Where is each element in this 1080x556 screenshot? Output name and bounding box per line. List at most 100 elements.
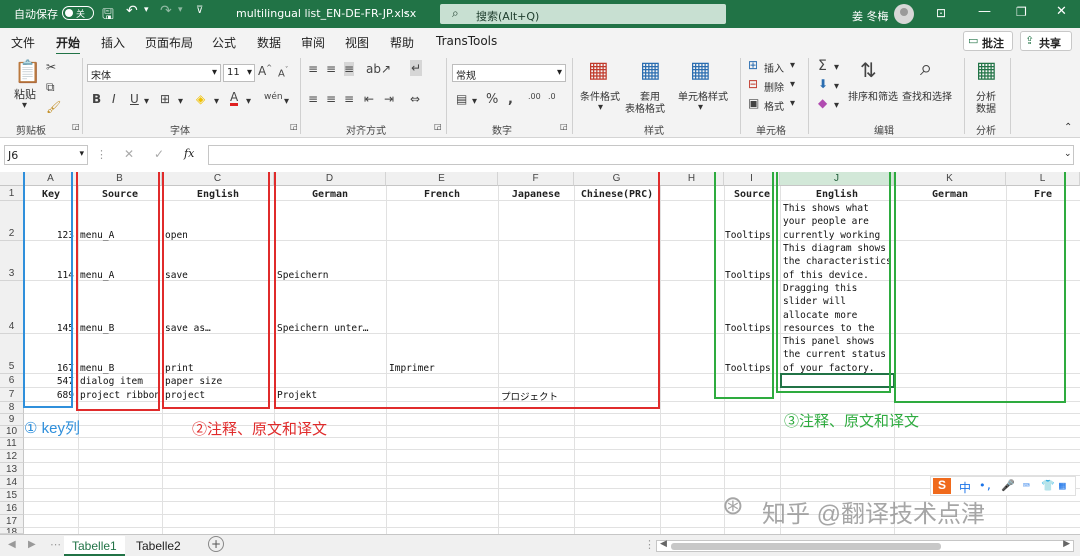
analyze-data-icon[interactable]: ▦ <box>976 58 997 83</box>
search-box[interactable]: ⌕ 搜索(Alt+Q) <box>440 4 726 24</box>
format-dropdown-icon[interactable]: ▾ <box>790 98 795 109</box>
formula-input[interactable] <box>208 145 1074 165</box>
cut-icon[interactable]: ✂ <box>46 60 56 74</box>
horizontal-scrollbar[interactable]: ◀ ▶ <box>656 539 1074 552</box>
row-header[interactable]: 5 <box>0 334 24 374</box>
autosave-toggle[interactable]: 关 <box>62 6 94 20</box>
decrease-decimal-icon[interactable]: .0 <box>548 92 556 101</box>
number-launcher-icon[interactable]: ◲ <box>560 122 568 131</box>
clipboard-launcher-icon[interactable]: ◲ <box>72 122 80 131</box>
autosum-dropdown-icon[interactable]: ▾ <box>834 62 839 73</box>
collapse-ribbon-icon[interactable]: ⌃ <box>1064 122 1072 133</box>
comma-icon[interactable]: , <box>508 92 513 107</box>
font-color-dropdown-icon[interactable]: ▾ <box>246 96 251 107</box>
increase-decimal-icon[interactable]: .00 <box>528 92 541 101</box>
sheet-tab-1[interactable]: Tabelle1 <box>64 536 125 556</box>
name-box[interactable]: J6 ▾ <box>4 145 88 165</box>
tab-splitter-icon[interactable]: ⋮ <box>644 538 655 551</box>
alignment-launcher-icon[interactable]: ◲ <box>434 122 442 131</box>
undo-icon[interactable]: ↶ <box>126 3 138 19</box>
row-header[interactable]: 11 <box>0 438 24 450</box>
align-left-icon[interactable]: ≡ <box>308 92 318 106</box>
increase-indent-icon[interactable]: ⇥ <box>384 92 394 106</box>
share-button[interactable]: ⇪ 共享 <box>1020 31 1072 51</box>
sort-filter-icon[interactable]: ⇅ <box>860 58 877 82</box>
row-header[interactable]: 12 <box>0 450 24 463</box>
sort-filter-button[interactable]: 排序和筛选 <box>848 88 898 103</box>
conditional-format-button[interactable]: 条件格式 <box>580 88 620 103</box>
ime-toolbar[interactable]: S 中 •, 🎤 ⌨ 👕 ▦ <box>930 476 1076 496</box>
insert-cells-icon[interactable]: ⊞ <box>748 58 758 72</box>
currency-dropdown-icon[interactable]: ▾ <box>472 96 477 107</box>
sheet-tab-2[interactable]: Tabelle2 <box>128 536 189 556</box>
comments-button[interactable]: ▭ 批注 <box>963 31 1013 51</box>
tab-formulas[interactable]: 公式 <box>212 34 236 51</box>
select-all-corner[interactable] <box>0 172 24 186</box>
copy-icon[interactable]: ⧉ <box>46 80 55 95</box>
cell-style-button[interactable]: 单元格样式 <box>678 88 728 103</box>
conditional-format-dropdown-icon[interactable]: ▾ <box>598 102 603 113</box>
insert-dropdown-icon[interactable]: ▾ <box>790 60 795 71</box>
row-header[interactable]: 3 <box>0 241 24 281</box>
row-header[interactable]: 8 <box>0 402 24 414</box>
row-header[interactable]: 15 <box>0 489 24 502</box>
wrap-text-icon[interactable]: ↵ <box>410 60 423 76</box>
analyze-data-button-2[interactable]: 数据 <box>976 100 996 115</box>
format-table-button-2[interactable]: 表格格式 <box>625 100 665 115</box>
scroll-right-icon[interactable]: ▶ <box>1063 539 1070 549</box>
borders-icon[interactable]: ⊞ <box>160 92 170 106</box>
decrease-font-icon[interactable]: Aˇ <box>278 66 288 79</box>
row-header[interactable]: 10 <box>0 426 24 438</box>
row-header[interactable]: 13 <box>0 463 24 476</box>
undo-dropdown-icon[interactable]: ▾ <box>144 5 149 15</box>
scrollbar-thumb[interactable] <box>671 543 941 550</box>
delete-cells-button[interactable]: 删除 <box>764 79 784 94</box>
toolbox-icon[interactable]: ▦ <box>1059 479 1066 492</box>
customize-qat-icon[interactable]: ⊽ <box>196 5 203 16</box>
tab-insert[interactable]: 插入 <box>101 34 125 51</box>
find-select-icon[interactable]: ⌕ <box>920 56 932 81</box>
tab-review[interactable]: 审阅 <box>301 34 325 51</box>
conditional-format-icon[interactable]: ▦ <box>588 58 609 83</box>
tab-help[interactable]: 帮助 <box>390 34 414 51</box>
tab-data[interactable]: 数据 <box>257 34 281 51</box>
insert-function-icon[interactable]: fx <box>184 147 194 160</box>
delete-dropdown-icon[interactable]: ▾ <box>790 79 795 90</box>
avatar[interactable] <box>894 4 914 24</box>
restore-icon[interactable]: ❐ <box>1016 5 1027 19</box>
align-center-icon[interactable]: ≡ <box>326 92 336 106</box>
tab-transtools[interactable]: TransTools <box>436 34 497 48</box>
paste-dropdown-icon[interactable]: ▾ <box>22 100 27 111</box>
align-middle-icon[interactable]: ≡ <box>326 62 336 76</box>
font-name-select[interactable]: 宋体 ▾ <box>87 64 221 82</box>
row-header[interactable]: 6 <box>0 374 24 388</box>
align-top-icon[interactable]: ≡ <box>308 62 318 76</box>
align-bottom-icon[interactable]: ≡ <box>344 62 355 76</box>
ribbon-display-icon[interactable]: ⊡ <box>936 6 946 20</box>
redo-icon[interactable]: ↷ <box>160 3 172 19</box>
merge-center-icon[interactable]: ⇔ <box>410 92 420 106</box>
cell-style-dropdown-icon[interactable]: ▾ <box>698 102 703 113</box>
font-color-icon[interactable]: A <box>230 91 239 106</box>
file-name[interactable]: multilingual list_EN-DE-FR-JP.xlsx <box>236 7 416 20</box>
next-sheet-icon[interactable]: ▶ <box>28 539 36 550</box>
phonetic-dropdown-icon[interactable]: ▾ <box>284 96 289 107</box>
minimize-icon[interactable]: — <box>978 4 991 19</box>
format-cells-button[interactable]: 格式 <box>764 98 784 113</box>
skin-icon[interactable]: 👕 <box>1041 479 1055 492</box>
align-right-icon[interactable]: ≡ <box>344 92 354 106</box>
increase-font-icon[interactable]: A^ <box>258 64 272 78</box>
row-header[interactable]: 2 <box>0 201 24 241</box>
add-sheet-icon[interactable]: + <box>208 536 224 552</box>
delete-cells-icon[interactable]: ⊟ <box>748 77 758 91</box>
format-cells-icon[interactable]: ▣ <box>748 96 759 110</box>
paste-icon[interactable]: 📋 <box>14 60 41 85</box>
underline-icon[interactable]: U <box>130 92 139 106</box>
row-header[interactable]: 1 <box>0 186 24 201</box>
row-header[interactable]: 9 <box>0 414 24 426</box>
borders-dropdown-icon[interactable]: ▾ <box>178 96 183 107</box>
fill-dropdown-icon[interactable]: ▾ <box>214 96 219 107</box>
autosum-icon[interactable]: Σ <box>818 58 827 74</box>
number-format-select[interactable]: 常规 ▾ <box>452 64 566 82</box>
scroll-left-icon[interactable]: ◀ <box>660 539 667 549</box>
